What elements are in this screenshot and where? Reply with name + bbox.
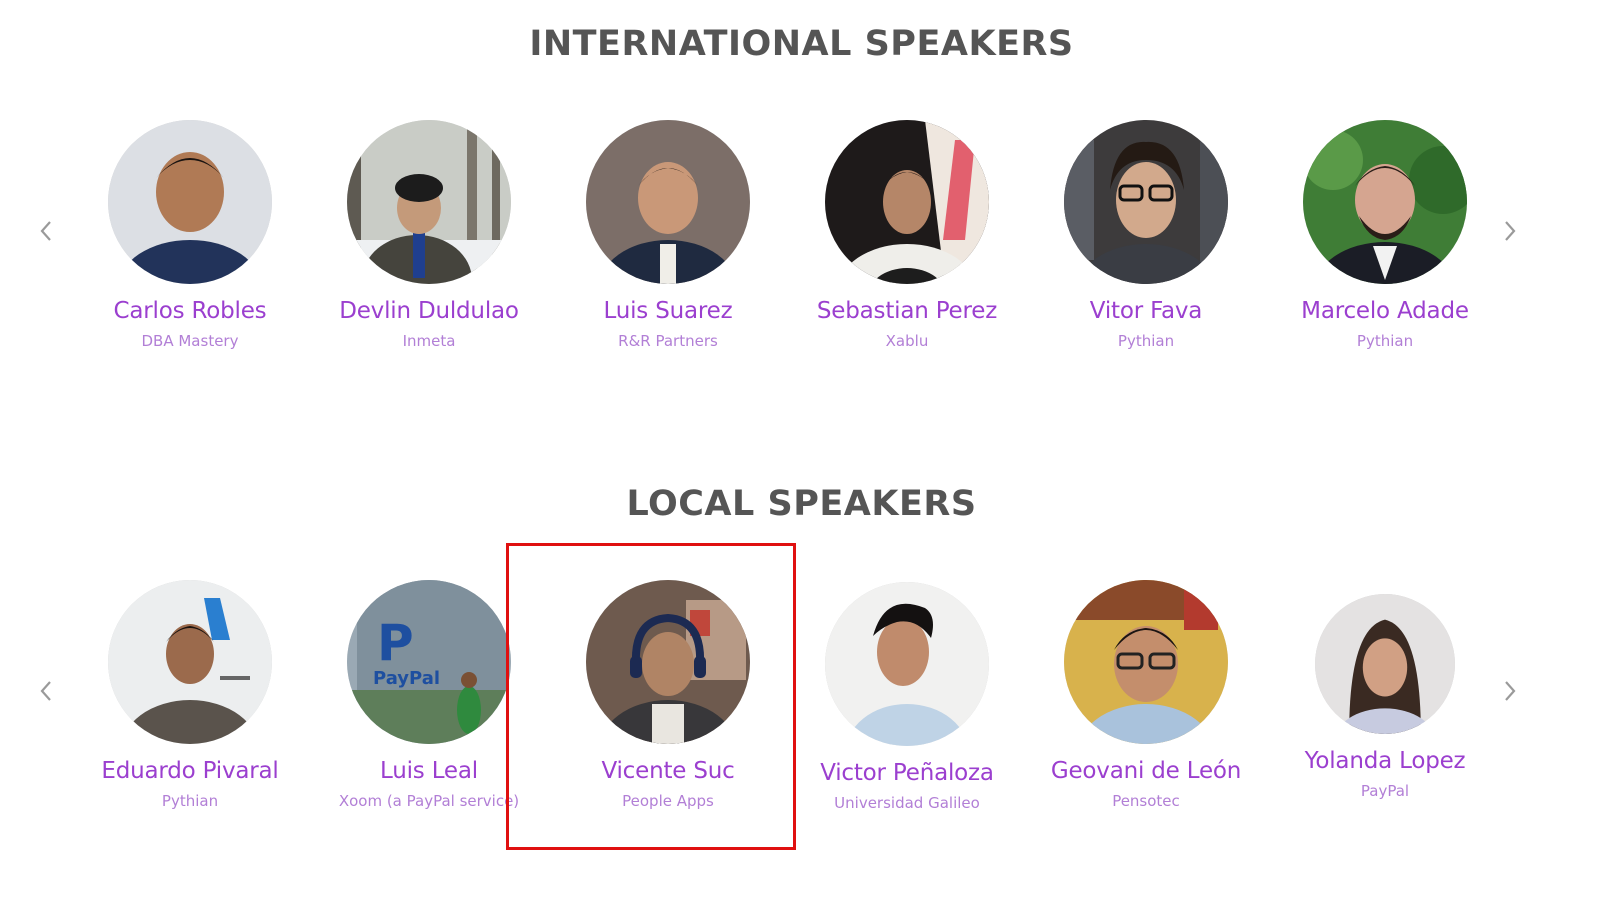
svg-text:PayPal: PayPal bbox=[373, 668, 440, 689]
speaker-photo bbox=[1315, 594, 1455, 734]
svg-text:P: P bbox=[377, 614, 414, 672]
speaker-name: Luis Suarez bbox=[603, 298, 733, 324]
speaker-name: Marcelo Adade bbox=[1301, 298, 1469, 324]
speaker-photo bbox=[1064, 580, 1228, 744]
speaker-company: Pythian bbox=[1117, 332, 1175, 350]
speaker-card[interactable]: Yolanda Lopez PayPal bbox=[1265, 570, 1505, 800]
speaker-card[interactable]: Vitor Fava Pythian bbox=[1026, 110, 1266, 350]
speaker-company: DBA Mastery bbox=[141, 332, 239, 350]
speaker-card[interactable]: Devlin Duldulao Inmeta bbox=[309, 110, 549, 350]
speaker-card[interactable]: Eduardo Pivaral Pythian bbox=[70, 570, 310, 810]
speaker-card[interactable]: Luis Suarez R&R Partners bbox=[548, 110, 788, 350]
speaker-company: Xablu bbox=[885, 332, 929, 350]
speaker-company: R&R Partners bbox=[618, 332, 718, 350]
speaker-card[interactable]: Victor Peñaloza Universidad Galileo bbox=[787, 572, 1027, 812]
speaker-photo bbox=[108, 580, 272, 744]
speaker-card[interactable]: Geovani de León Pensotec bbox=[1026, 570, 1266, 810]
chevron-left-icon bbox=[40, 681, 51, 701]
speaker-photo bbox=[1064, 120, 1228, 284]
speaker-name: Eduardo Pivaral bbox=[101, 758, 279, 784]
speaker-company: PayPal bbox=[1360, 782, 1410, 800]
speaker-photo bbox=[586, 120, 750, 284]
speaker-photo bbox=[825, 582, 989, 746]
local-prev-arrow[interactable] bbox=[34, 673, 58, 709]
local-speakers-heading: LOCAL SPEAKERS bbox=[626, 484, 977, 524]
speaker-name: Geovani de León bbox=[1050, 758, 1242, 784]
speaker-photo bbox=[1303, 120, 1467, 284]
speaker-company: Pythian bbox=[1356, 332, 1414, 350]
speaker-name: Victor Peñaloza bbox=[820, 760, 994, 786]
speaker-card[interactable]: Carlos Robles DBA Mastery bbox=[70, 110, 310, 350]
chevron-right-icon bbox=[1505, 221, 1516, 241]
speaker-photo bbox=[108, 120, 272, 284]
international-speakers-heading: INTERNATIONAL SPEAKERS bbox=[529, 24, 1074, 64]
highlight-box bbox=[506, 543, 796, 850]
speaker-company: Universidad Galileo bbox=[834, 794, 980, 812]
speaker-company: Inmeta bbox=[402, 332, 456, 350]
speaker-name: Yolanda Lopez bbox=[1304, 748, 1466, 774]
chevron-left-icon bbox=[40, 221, 51, 241]
international-prev-arrow[interactable] bbox=[34, 213, 58, 249]
speaker-name: Devlin Duldulao bbox=[339, 298, 519, 324]
speaker-name: Vitor Fava bbox=[1089, 298, 1203, 324]
speaker-company: Pythian bbox=[161, 792, 219, 810]
speaker-card[interactable]: Marcelo Adade Pythian bbox=[1265, 110, 1505, 350]
speaker-photo bbox=[825, 120, 989, 284]
speaker-photo: P PayPal bbox=[347, 580, 511, 744]
chevron-right-icon bbox=[1505, 681, 1516, 701]
speaker-name: Carlos Robles bbox=[113, 298, 267, 324]
speaker-photo bbox=[347, 120, 511, 284]
speaker-company: Pensotec bbox=[1112, 792, 1180, 810]
speaker-card[interactable]: Sebastian Perez Xablu bbox=[787, 110, 1027, 350]
speaker-name: Sebastian Perez bbox=[816, 298, 998, 324]
